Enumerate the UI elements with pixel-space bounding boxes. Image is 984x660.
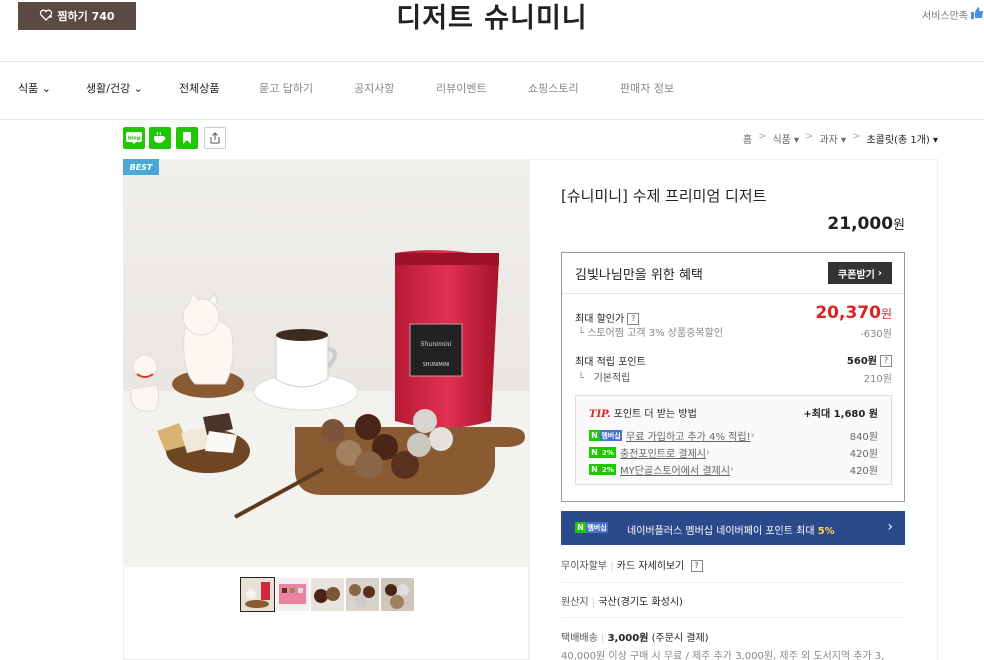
discount-note: └ 스토어찜 고객 3% 상품중복할인 xyxy=(578,328,724,339)
svg-text:Shunimini: Shunimini xyxy=(420,341,451,348)
tip-max: +최대 1,680 원 xyxy=(803,409,878,420)
tip-badge: 2% xyxy=(600,447,616,458)
header-divider xyxy=(0,61,984,62)
store-title[interactable]: 디저트 슈니미니 xyxy=(0,0,984,35)
max-point-label: 최대 적립 포인트 xyxy=(575,357,646,368)
breadcrumb: 홈 > 식품 ▾ > 과자 ▾ > 초콜릿(총 1개) ▾ xyxy=(743,131,938,146)
crumb-snack[interactable]: 과자 ▾ xyxy=(819,131,846,146)
basic-point-label: └ 기본적립 xyxy=(578,373,631,384)
tip-text[interactable]: 충전포인트로 결제시 xyxy=(620,445,706,460)
crumb-food[interactable]: 식품 ▾ xyxy=(772,131,799,146)
thumbnail-list xyxy=(240,577,414,612)
chevron-right-icon: > xyxy=(758,131,767,142)
npay-banner-text: 네이버플러스 멤버십 네이버페이 포인트 최대 5% xyxy=(627,526,835,537)
tip-amount: 840원 xyxy=(849,432,878,443)
shipping-detail: 40,000원 이상 구매 시 무료 / 제주 추가 3,000원, 제주 외 … xyxy=(561,651,885,660)
origin-row: 원산지 | 국산(경기도 화성시) xyxy=(561,597,683,608)
thumbnail-5[interactable] xyxy=(381,578,414,611)
chevron-right-icon: > xyxy=(805,131,814,142)
max-point-value: 560원? xyxy=(847,352,892,367)
svg-text:blog: blog xyxy=(128,136,141,142)
shipping-row: 택배배송 | 3,000원 (주문시 결제) xyxy=(561,633,709,644)
tip-amount: 420원 xyxy=(849,466,878,477)
tip-text[interactable]: 무료 가입하고 추가 4% 적립! xyxy=(626,428,751,443)
max-discount-price: 20,370원 xyxy=(815,303,892,323)
thumbnail-2[interactable] xyxy=(276,578,309,611)
nav-item-0[interactable]: 식품 ⌄ xyxy=(18,80,51,96)
svg-text:SHUNIMINI: SHUNIMINI xyxy=(423,362,450,368)
nav-item-4[interactable]: 공지사항 xyxy=(354,80,394,96)
card-detail-link[interactable]: 카드 자세히보기 xyxy=(617,561,685,572)
thumbnail-1[interactable] xyxy=(240,577,275,612)
product-title: [슈니미니] 수제 프리미엄 디저트 xyxy=(561,187,767,205)
tip-row[interactable]: N 2% MY단골스토어에서 결제시 › xyxy=(589,462,734,477)
share-icon[interactable] xyxy=(204,127,226,149)
tip-title: TIP. 포인트 더 받는 방법 xyxy=(589,409,697,420)
tip-box: TIP. 포인트 더 받는 방법 +최대 1,680 원 N 멤버십 무료 가입하고… xyxy=(575,395,892,485)
chevron-right-icon: › xyxy=(887,519,893,535)
naver-n-icon: N xyxy=(575,522,586,533)
chevron-right-icon: > xyxy=(852,131,861,142)
membership-badge: N 멤버십 xyxy=(575,522,608,533)
naver-n-icon: N xyxy=(589,464,600,475)
thumbnail-4[interactable] xyxy=(346,578,379,611)
chevron-right-icon: › xyxy=(729,464,734,475)
chevron-right-icon: › xyxy=(705,447,710,458)
max-discount-label: 최대 할인가? xyxy=(575,310,640,325)
cafe-share-icon[interactable] xyxy=(149,127,171,149)
naver-plus-membership-banner[interactable]: N 멤버십 네이버플러스 멤버십 네이버페이 포인트 최대 5% › xyxy=(561,511,905,545)
naver-n-icon: N xyxy=(589,430,600,441)
best-badge: BEST xyxy=(123,159,159,175)
chevron-down-icon: ⌄ xyxy=(130,82,143,95)
tip-badge: 2% xyxy=(600,464,616,475)
spec-divider xyxy=(561,582,905,583)
naver-n-icon: N xyxy=(589,447,600,458)
spec-divider xyxy=(561,617,905,618)
product-price: 21,000원 xyxy=(827,214,905,234)
help-icon[interactable]: ? xyxy=(880,355,892,367)
thumbs-up-icon xyxy=(970,6,984,22)
discount-amount: -630원 xyxy=(860,329,892,340)
coupon-button[interactable]: 쿠폰받기 › xyxy=(828,262,892,284)
benefit-box: 김빛나님만을 위한 혜택 쿠폰받기 › 최대 할인가? 20,370원 └ 스토… xyxy=(561,252,905,502)
tip-row[interactable]: N 멤버십 무료 가입하고 추가 4% 적립! › xyxy=(589,428,755,443)
nav-item-6[interactable]: 쇼핑스토리 xyxy=(528,80,579,96)
crumb-current[interactable]: 초콜릿(총 1개) ▾ xyxy=(866,131,938,146)
nav-item-7[interactable]: 판매자 정보 xyxy=(620,80,674,96)
store-page: 찜하기 740 디저트 슈니미니 서비스만족 식품 ⌄ 생활/건강 ⌄ 전체상품 묻고… xyxy=(0,0,984,660)
benefit-title: 김빛나님만을 위한 혜택 xyxy=(575,268,703,283)
tip-badge: 멤버십 xyxy=(600,430,622,441)
service-satisfaction[interactable]: 서비스만족 xyxy=(922,6,984,22)
chevron-right-icon: › xyxy=(750,430,755,441)
chevron-right-icon: › xyxy=(877,267,882,279)
nav-divider xyxy=(0,119,984,120)
crumb-home[interactable]: 홈 xyxy=(743,131,752,146)
nav-item-5[interactable]: 리뷰이벤트 xyxy=(436,80,487,96)
keep-share-icon[interactable] xyxy=(176,127,198,149)
nav-item-1[interactable]: 생활/건강 ⌄ xyxy=(86,80,143,96)
help-icon[interactable]: ? xyxy=(690,560,703,572)
basic-point-value: 210원 xyxy=(863,374,892,385)
tip-text[interactable]: MY단골스토어에서 결제시 xyxy=(620,462,730,477)
blog-share-icon[interactable]: blog xyxy=(123,127,145,149)
thumbnail-3[interactable] xyxy=(311,578,344,611)
nav-item-3[interactable]: 묻고 답하기 xyxy=(259,80,313,96)
installment-row: 무이자할부 | 카드 자세히보기 ? xyxy=(561,557,703,572)
chevron-down-icon: ⌄ xyxy=(38,82,51,95)
benefit-header: 김빛나님만을 위한 혜택 쿠폰받기 › xyxy=(562,253,904,294)
nav-item-2[interactable]: 전체상품 xyxy=(179,80,219,96)
tip-amount: 420원 xyxy=(849,449,878,460)
product-main-image[interactable]: Shunimini SHUNIMINI xyxy=(123,159,529,567)
tip-row[interactable]: N 2% 충전포인트로 결제시 › xyxy=(589,445,710,460)
